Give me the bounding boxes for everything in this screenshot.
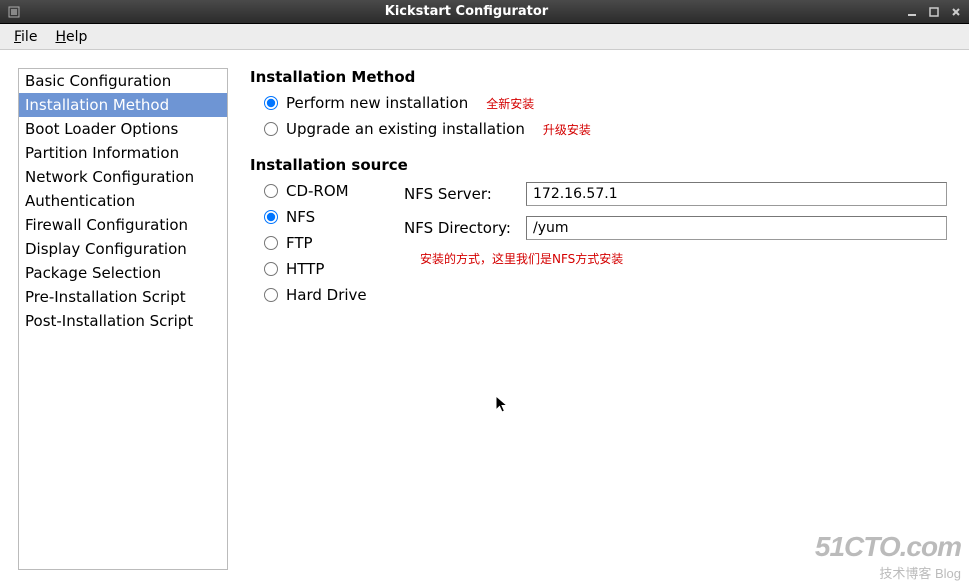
- window-titlebar: Kickstart Configurator: [0, 0, 969, 24]
- nfs-directory-label: NFS Directory:: [404, 219, 514, 237]
- sidebar-item-firewall-configuration[interactable]: Firewall Configuration: [19, 213, 227, 237]
- radio-source-cdrom[interactable]: [264, 184, 278, 198]
- radio-source-ftp-label[interactable]: FTP: [286, 234, 313, 252]
- menu-file[interactable]: File: [6, 26, 45, 48]
- sidebar-nav[interactable]: Basic Configuration Installation Method …: [18, 68, 228, 570]
- close-button[interactable]: [949, 5, 963, 19]
- menubar: File Help: [0, 24, 969, 50]
- sidebar-item-authentication[interactable]: Authentication: [19, 189, 227, 213]
- installation-source-title: Installation source: [250, 156, 947, 174]
- menu-help[interactable]: Help: [47, 26, 95, 48]
- sidebar-item-basic-configuration[interactable]: Basic Configuration: [19, 69, 227, 93]
- annotation-source-note: 安装的方式，这里我们是NFS方式安装: [420, 250, 947, 267]
- sidebar-item-display-configuration[interactable]: Display Configuration: [19, 237, 227, 261]
- radio-source-nfs[interactable]: [264, 210, 278, 224]
- radio-new-installation-label[interactable]: Perform new installation: [286, 94, 468, 112]
- radio-upgrade-installation[interactable]: [264, 122, 278, 136]
- annotation-new-install: 全新安装: [486, 95, 534, 112]
- sidebar-item-post-installation-script[interactable]: Post-Installation Script: [19, 309, 227, 333]
- main-panel: Installation Method Perform new installa…: [246, 68, 951, 570]
- installation-method-title: Installation Method: [250, 68, 947, 86]
- sidebar-item-installation-method[interactable]: Installation Method: [19, 93, 227, 117]
- sidebar-item-network-configuration[interactable]: Network Configuration: [19, 165, 227, 189]
- radio-source-http-label[interactable]: HTTP: [286, 260, 324, 278]
- app-icon: [6, 4, 22, 20]
- annotation-upgrade: 升级安装: [543, 121, 591, 138]
- minimize-button[interactable]: [905, 5, 919, 19]
- radio-source-http[interactable]: [264, 262, 278, 276]
- radio-source-harddrive[interactable]: [264, 288, 278, 302]
- radio-source-ftp[interactable]: [264, 236, 278, 250]
- window-title: Kickstart Configurator: [28, 4, 905, 19]
- radio-new-installation[interactable]: [264, 96, 278, 110]
- radio-source-cdrom-label[interactable]: CD-ROM: [286, 182, 349, 200]
- nfs-server-input[interactable]: [526, 182, 947, 206]
- sidebar-item-partition-information[interactable]: Partition Information: [19, 141, 227, 165]
- maximize-button[interactable]: [927, 5, 941, 19]
- sidebar-item-pre-installation-script[interactable]: Pre-Installation Script: [19, 285, 227, 309]
- radio-source-harddrive-label[interactable]: Hard Drive: [286, 286, 367, 304]
- sidebar-item-package-selection[interactable]: Package Selection: [19, 261, 227, 285]
- radio-upgrade-installation-label[interactable]: Upgrade an existing installation: [286, 120, 525, 138]
- radio-source-nfs-label[interactable]: NFS: [286, 208, 315, 226]
- nfs-server-label: NFS Server:: [404, 185, 514, 203]
- sidebar-item-boot-loader-options[interactable]: Boot Loader Options: [19, 117, 227, 141]
- nfs-directory-input[interactable]: [526, 216, 947, 240]
